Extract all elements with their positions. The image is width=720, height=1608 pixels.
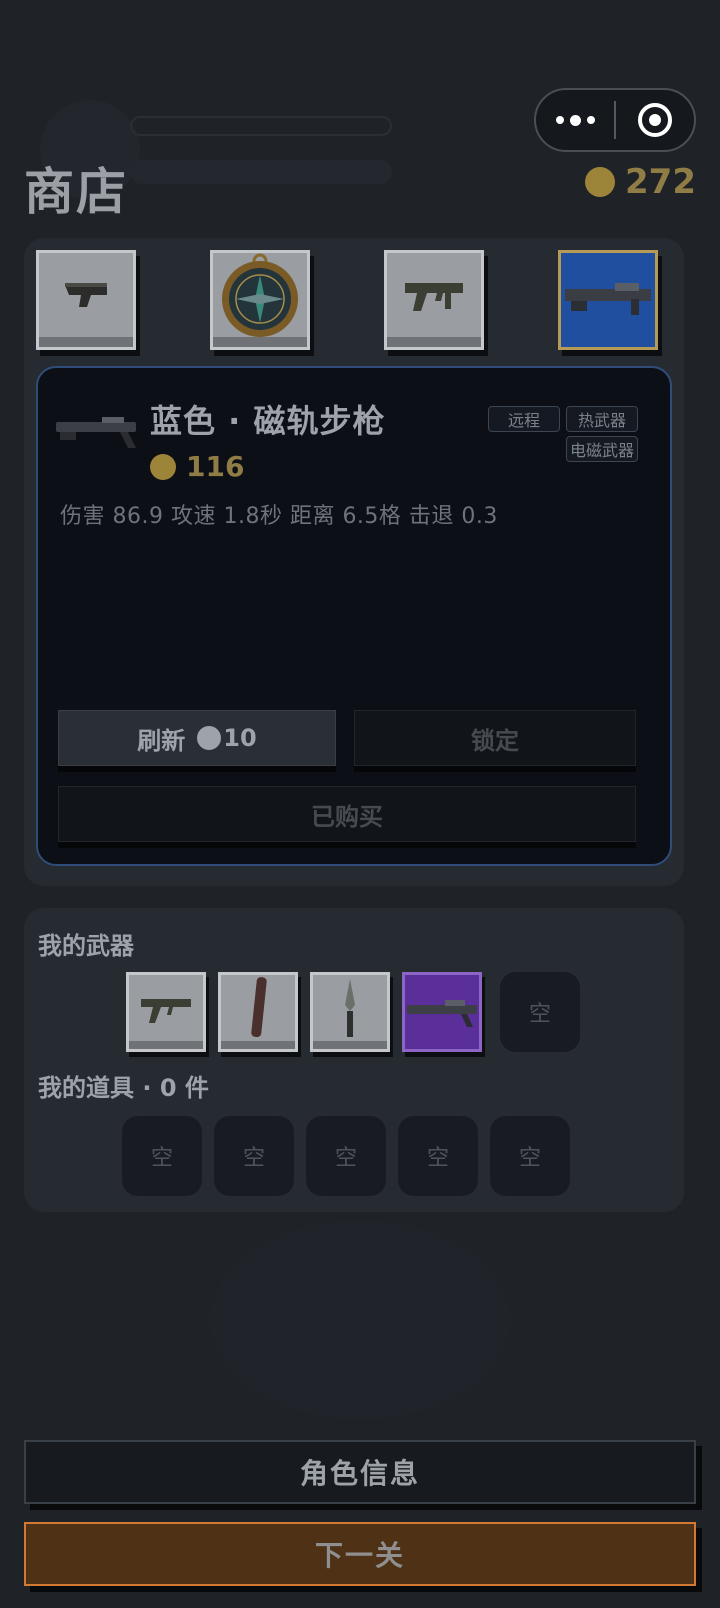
item-price-value: 116 (186, 450, 245, 483)
smg-icon (141, 999, 191, 1023)
weapon-slot-smg[interactable] (126, 972, 206, 1052)
character-info-button[interactable]: 角色信息 (24, 1440, 696, 1504)
offer-slot-pistol[interactable] (36, 250, 136, 350)
offer-slot-railgun[interactable] (558, 250, 658, 350)
item-name: 蓝色 · 磁轨步枪 (150, 402, 386, 440)
more-dots-icon (586, 116, 595, 124)
coin-balance-value: 272 (625, 162, 696, 202)
tag-electromagnetic: 电磁武器 (566, 436, 638, 462)
coin-icon (585, 167, 616, 197)
weapon-slot-empty[interactable]: 空 (500, 972, 580, 1052)
item-stats: 伤害 86.9 攻速 1.8秒 距离 6.5格 击退 0.3 (60, 504, 498, 529)
target-icon (638, 103, 672, 137)
item-price: 116 (150, 450, 244, 483)
item-slot-empty[interactable]: 空 (306, 1116, 386, 1196)
bought-button[interactable]: 已购买 (58, 786, 636, 842)
ghost-bar (130, 160, 392, 184)
offer-slot-compass[interactable] (210, 250, 310, 350)
item-slot-empty[interactable]: 空 (214, 1116, 294, 1196)
lock-button[interactable]: 锁定 (354, 710, 636, 766)
ghost-bar (130, 116, 392, 136)
page-title: 商店 (24, 163, 128, 221)
next-level-button[interactable]: 下一关 (24, 1522, 696, 1586)
offer-slot-smg[interactable] (384, 250, 484, 350)
coin-icon (150, 453, 176, 480)
refresh-cost: 10 (223, 724, 257, 752)
close-miniprogram-button[interactable] (616, 103, 694, 137)
smg-icon (405, 283, 463, 311)
item-detail-card: 蓝色 · 磁轨步枪 116 远程 热武器 电磁武器 伤害 86.9 攻速 1.8… (36, 366, 672, 866)
ghost-background-shape (210, 1220, 510, 1420)
bat-icon (251, 977, 267, 1038)
refresh-label: 刷新 (137, 726, 186, 755)
tag-firearm: 热武器 (566, 406, 638, 432)
shop-panel: 蓝色 · 磁轨步枪 116 远程 热武器 电磁武器 伤害 86.9 攻速 1.8… (24, 238, 684, 886)
railgun-icon (565, 283, 651, 315)
weapon-slot-bat[interactable] (218, 972, 298, 1052)
item-slot-empty[interactable]: 空 (398, 1116, 478, 1196)
railgun-icon (56, 417, 136, 448)
railgun-icon (407, 1000, 477, 1027)
item-slot-empty[interactable]: 空 (122, 1116, 202, 1196)
compass-icon (222, 253, 298, 337)
coin-balance: 272 (585, 162, 696, 202)
coin-icon (197, 726, 222, 750)
refresh-button[interactable]: 刷新 10 (58, 710, 336, 766)
more-dots-icon (555, 116, 564, 124)
tag-ranged: 远程 (488, 406, 560, 432)
pistol-icon (65, 283, 107, 307)
more-menu-button[interactable] (536, 114, 614, 126)
item-slot-empty[interactable]: 空 (490, 1116, 570, 1196)
inventory-panel: 我的武器 空 我的道具 · 0 件 空 空 空 空 空 (24, 908, 684, 1212)
items-label: 我的道具 · 0 件 (38, 1074, 209, 1102)
knife-icon (345, 979, 355, 1037)
weapon-slot-railgun[interactable] (402, 972, 482, 1052)
miniprogram-capsule (534, 88, 696, 152)
weapon-slot-knife[interactable] (310, 972, 390, 1052)
weapons-label: 我的武器 (38, 932, 134, 960)
more-dots-icon (569, 114, 581, 126)
